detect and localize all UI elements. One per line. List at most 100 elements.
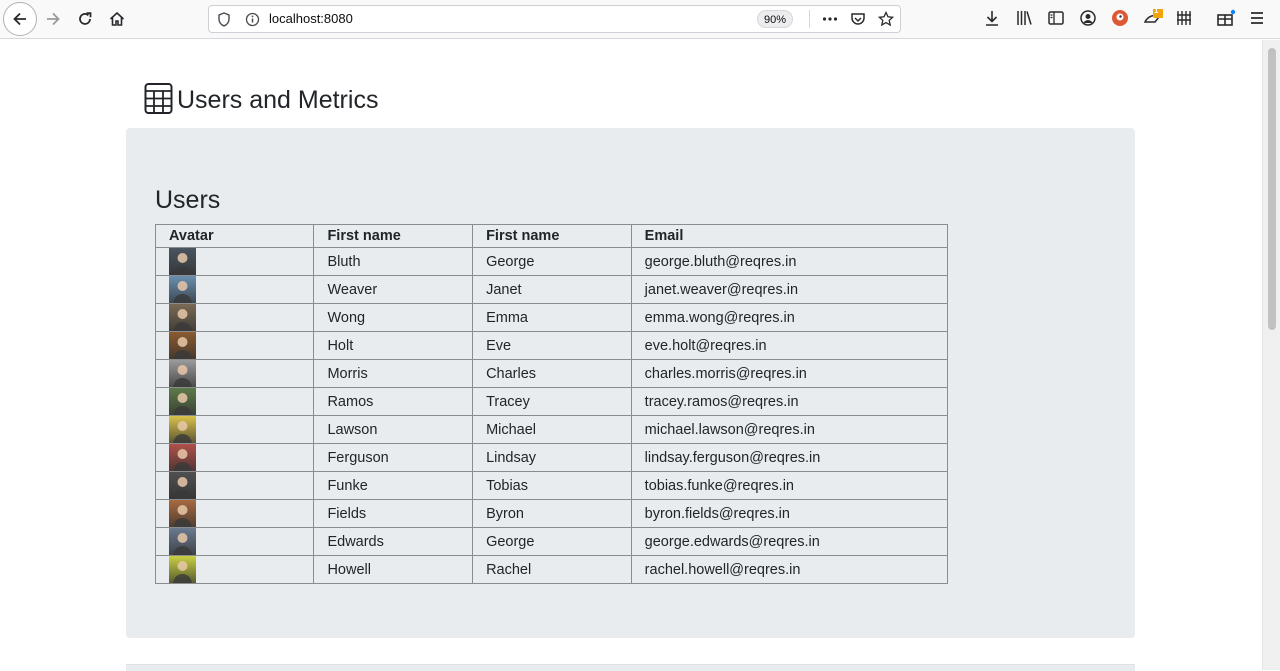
avatar-cell bbox=[154, 527, 315, 556]
avatar bbox=[169, 528, 196, 555]
avatar bbox=[169, 416, 196, 443]
extension-grid-icon[interactable] bbox=[1175, 9, 1193, 32]
page-actions-icon[interactable] bbox=[821, 10, 839, 33]
avatar bbox=[169, 248, 196, 275]
email-cell: george.bluth@reqres.in bbox=[630, 247, 949, 276]
avatar-cell bbox=[154, 443, 315, 472]
table-header-row: Avatar First name First name Email bbox=[154, 224, 949, 248]
bookmark-star-icon[interactable] bbox=[877, 10, 895, 32]
arrow-left-icon bbox=[13, 12, 26, 26]
email-cell: emma.wong@reqres.in bbox=[630, 303, 949, 332]
email-cell: george.edwards@reqres.in bbox=[630, 527, 949, 556]
last-name-cell: Fields bbox=[313, 499, 474, 528]
last-name-cell: Howell bbox=[313, 555, 474, 584]
first-name-cell: George bbox=[472, 247, 632, 276]
reload-icon bbox=[79, 12, 92, 25]
avatar-cell bbox=[154, 247, 315, 276]
library-icon[interactable] bbox=[1015, 9, 1033, 32]
back-button[interactable] bbox=[3, 2, 37, 36]
forward-button[interactable] bbox=[38, 4, 68, 34]
url-bar[interactable]: localhost:8080 90% bbox=[208, 5, 901, 33]
browser-toolbar: localhost:8080 90% 1 bbox=[0, 0, 1280, 39]
arrow-right-icon bbox=[47, 12, 60, 26]
zoom-level-badge[interactable]: 90% bbox=[757, 10, 794, 28]
first-name-cell: Emma bbox=[472, 303, 632, 332]
table-row: Lawson Michael michael.lawson@reqres.in bbox=[154, 415, 949, 444]
avatar bbox=[169, 276, 196, 303]
avatar-cell bbox=[154, 303, 315, 332]
email-cell: byron.fields@reqres.in bbox=[630, 499, 949, 528]
email-cell: janet.weaver@reqres.in bbox=[630, 275, 949, 304]
last-name-cell: Bluth bbox=[313, 247, 474, 276]
first-name-cell: Tobias bbox=[472, 471, 632, 500]
first-name-cell: George bbox=[472, 527, 632, 556]
account-icon[interactable] bbox=[1079, 9, 1097, 32]
email-cell: lindsay.ferguson@reqres.in bbox=[630, 443, 949, 472]
email-cell: tracey.ramos@reqres.in bbox=[630, 387, 949, 416]
page-title: Users and Metrics bbox=[177, 85, 379, 114]
pocket-icon[interactable] bbox=[850, 11, 866, 32]
avatar-cell bbox=[154, 331, 315, 360]
email-cell: eve.holt@reqres.in bbox=[630, 331, 949, 360]
avatar-cell bbox=[154, 387, 315, 416]
table-row: Weaver Janet janet.weaver@reqres.in bbox=[154, 275, 949, 304]
duckduckgo-extension-icon[interactable] bbox=[1111, 9, 1129, 32]
email-cell: rachel.howell@reqres.in bbox=[630, 555, 949, 584]
home-button[interactable] bbox=[102, 4, 132, 34]
url-text[interactable]: localhost:8080 bbox=[269, 11, 353, 26]
first-name-cell: Tracey bbox=[472, 387, 632, 416]
users-table-body: Bluth George george.bluth@reqres.in Weaver J… bbox=[154, 247, 949, 584]
table-row: Edwards George george.edwards@reqres.in bbox=[154, 527, 949, 556]
reload-button[interactable] bbox=[70, 4, 100, 34]
users-heading: Users bbox=[155, 186, 221, 214]
table-row: Howell Rachel rachel.howell@reqres.in bbox=[154, 555, 949, 584]
email-cell: charles.morris@reqres.in bbox=[630, 359, 949, 388]
extension-notification-icon[interactable]: 1 bbox=[1143, 6, 1164, 34]
site-info-icon[interactable] bbox=[245, 12, 260, 32]
last-name-cell: Lawson bbox=[313, 415, 474, 444]
downloads-icon[interactable] bbox=[983, 9, 1001, 32]
table-row: Morris Charles charles.morris@reqres.in bbox=[154, 359, 949, 388]
table-row: Ramos Tracey tracey.ramos@reqres.in bbox=[154, 387, 949, 416]
last-name-cell: Weaver bbox=[313, 275, 474, 304]
first-name-cell: Michael bbox=[472, 415, 632, 444]
avatar bbox=[169, 444, 196, 471]
page-header: Users and Metrics bbox=[144, 82, 378, 118]
url-divider bbox=[809, 10, 810, 28]
table-row: Fields Byron byron.fields@reqres.in bbox=[154, 499, 949, 528]
table-row: Ferguson Lindsay lindsay.ferguson@reqres.i… bbox=[154, 443, 949, 472]
avatar-cell bbox=[154, 499, 315, 528]
last-name-cell: Holt bbox=[313, 331, 474, 360]
avatar bbox=[169, 360, 196, 387]
extensions-gift-icon[interactable] bbox=[1216, 9, 1236, 32]
avatar bbox=[169, 332, 196, 359]
email-cell: tobias.funke@reqres.in bbox=[630, 471, 949, 500]
last-name-cell: Morris bbox=[313, 359, 474, 388]
last-name-cell: Edwards bbox=[313, 527, 474, 556]
table-row: Bluth George george.bluth@reqres.in bbox=[154, 247, 949, 276]
first-name-cell: Eve bbox=[472, 331, 632, 360]
avatar-cell bbox=[154, 275, 315, 304]
avatar bbox=[169, 472, 196, 499]
email-cell: michael.lawson@reqres.in bbox=[630, 415, 949, 444]
page-scrollbar[interactable] bbox=[1262, 40, 1280, 670]
tracking-shield-icon[interactable] bbox=[217, 12, 231, 32]
avatar bbox=[169, 304, 196, 331]
table-icon bbox=[144, 81, 173, 120]
sidebar-icon[interactable] bbox=[1047, 9, 1065, 32]
table-row: Wong Emma emma.wong@reqres.in bbox=[154, 303, 949, 332]
users-table: Avatar First name First name Email Bluth… bbox=[154, 224, 949, 584]
first-name-cell: Lindsay bbox=[472, 443, 632, 472]
hamburger-menu-icon[interactable] bbox=[1249, 9, 1265, 32]
column-header-avatar: Avatar bbox=[154, 224, 315, 248]
column-header-last-name: First name bbox=[313, 224, 474, 248]
notification-badge: 1 bbox=[1154, 6, 1159, 15]
last-name-cell: Wong bbox=[313, 303, 474, 332]
avatar-cell bbox=[154, 555, 315, 584]
first-name-cell: Charles bbox=[472, 359, 632, 388]
last-name-cell: Funke bbox=[313, 471, 474, 500]
avatar-cell bbox=[154, 471, 315, 500]
last-name-cell: Ramos bbox=[313, 387, 474, 416]
avatar bbox=[169, 500, 196, 527]
scrollbar-thumb[interactable] bbox=[1268, 48, 1276, 330]
